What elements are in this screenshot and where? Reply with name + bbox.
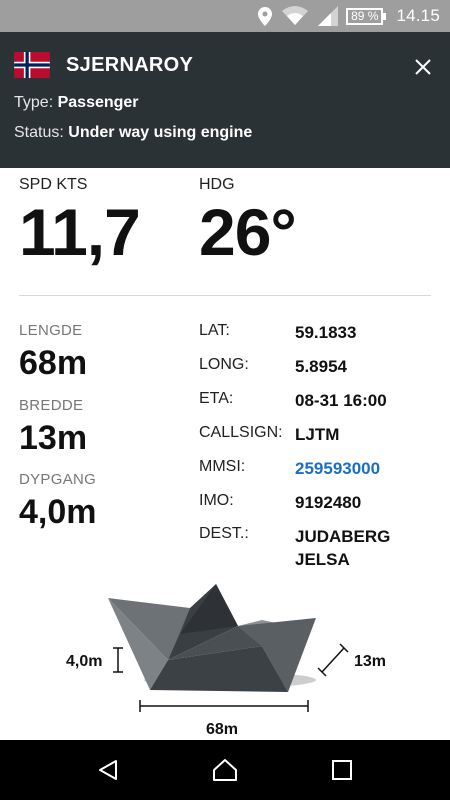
imo-label: IMO: [199,492,234,509]
draught-label: DYPGANG [19,471,97,488]
cell-signal-icon [318,6,339,26]
callsign-value: LJTM [295,425,340,444]
imo-value: 9192480 [295,493,362,512]
length-label: LENGDE [19,322,83,339]
heading-value: 26° [199,195,297,269]
width-label: BREDDE [19,397,84,414]
width-marker-line [321,647,345,673]
lat-value: 59.1833 [295,323,357,342]
illu-width-label: 13m [354,653,386,670]
long-label: LONG: [199,356,249,373]
type-value: Passenger [57,94,139,111]
recents-icon[interactable] [322,750,362,790]
speed-value: 11,7 [19,195,141,269]
norway-flag-icon [14,52,50,78]
battery-level: 89 % [346,7,384,25]
mmsi-link[interactable]: 259593000 [295,457,380,480]
home-icon[interactable] [205,750,245,790]
dest-value-line2: JELSA [295,550,350,569]
eta-value: 08-31 16:00 [295,391,387,410]
type-label: Type: [14,94,54,111]
dest-label: DEST.: [199,525,249,542]
width-value: 13m [19,419,88,457]
length-value: 68m [19,344,88,382]
location-pin-icon [258,6,273,26]
clock: 14.15 [396,6,440,25]
back-icon[interactable] [88,750,128,790]
status-bar: 89 % 14.15 [0,0,450,32]
heading-label: HDG [199,176,235,193]
illu-draught-label: 4,0m [66,653,102,670]
vessel-status: Status: Under way using engine [14,124,252,142]
ship-dimensions-illustration: 4,0m 13m 68m [66,584,386,738]
mmsi-label: MMSI: [199,458,246,475]
eta-label: ETA: [199,390,234,407]
speed-label: SPD KTS [19,176,88,193]
battery-icon: 89 % [346,7,387,25]
navigation-bar [0,740,450,800]
long-value: 5.8954 [295,357,347,376]
lat-label: LAT: [199,322,230,339]
vessel-name: SJERNAROY [66,54,194,76]
wifi-icon [282,6,309,26]
vessel-type: Type: Passenger [14,94,139,112]
illu-length-label: 68m [206,721,238,738]
close-icon[interactable] [410,54,436,80]
callsign-label: CALLSIGN: [199,424,283,441]
dest-value-line1: JUDABERG [295,527,391,546]
status-label: Status: [14,124,64,141]
status-value: Under way using engine [68,124,253,141]
vessel-header: SJERNAROY Type: Passenger Status: Under … [0,32,450,168]
divider [19,295,431,296]
draught-value: 4,0m [19,493,97,531]
